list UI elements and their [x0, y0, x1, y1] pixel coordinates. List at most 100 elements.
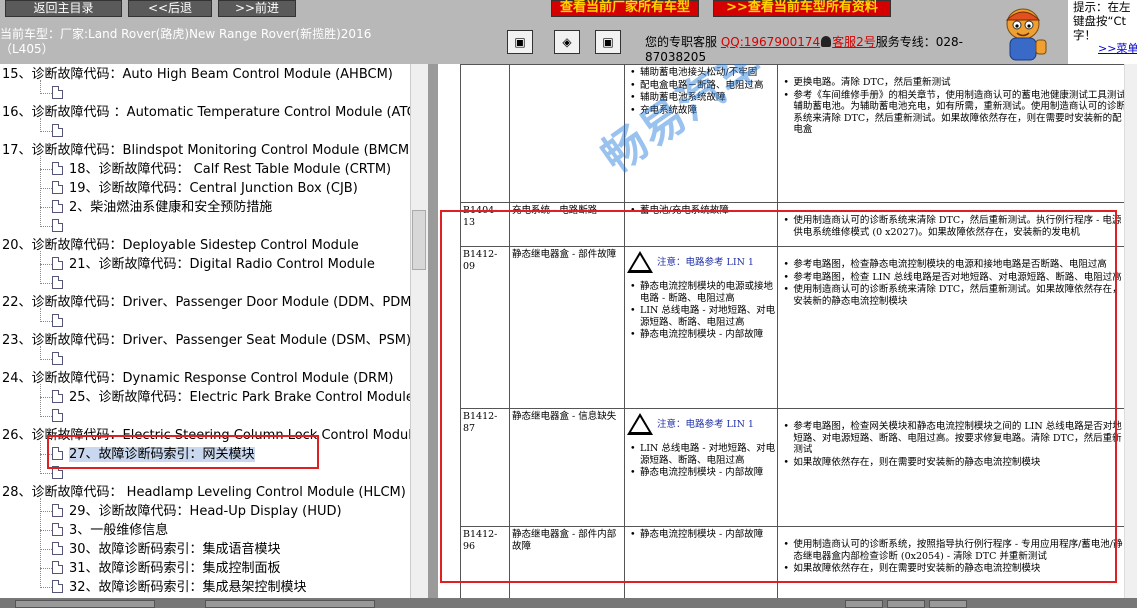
cause-item: 配电盒电路－断路、电阻过高 — [627, 80, 775, 92]
tree-connector — [40, 131, 52, 132]
tree-item-label: 19、诊断故障代码：Central Junction Box (CJB) — [69, 181, 358, 196]
tree-doc-item[interactable] — [52, 84, 69, 103]
tree-connector — [40, 511, 52, 512]
document-icon — [52, 86, 63, 99]
action-item: 更换电路。清除 DTC，然后重新测试 — [780, 77, 1130, 89]
tree-connector — [40, 321, 52, 322]
tree-item-label: 18、诊断故障代码： Calf Rest Table Module (CRTM) — [69, 162, 392, 177]
forward-button[interactable]: >>前进 — [218, 0, 296, 17]
tree-item-label: 21、诊断故障代码：Digital Radio Control Module — [69, 257, 375, 272]
action-item: 参考《车间维修手册》的相关章节，使用制造商认可的蓄电池健康测试工具测试辅助蓄电池… — [780, 90, 1130, 136]
tree-connector — [40, 207, 52, 208]
tree-doc-item[interactable]: 30、故障诊断码索引：集成语音模块 — [52, 540, 281, 559]
tree-item-label: 15、诊断故障代码：Auto High Beam Control Module … — [2, 67, 393, 82]
bottom-button-4[interactable] — [887, 600, 925, 608]
tip-box: 提示：在左键盘按“Ct字！ >>菜单 — [1068, 0, 1137, 64]
tree-connector — [40, 93, 52, 94]
view-brand-models-button[interactable]: 查看当前厂家所有车型 — [551, 0, 699, 17]
tree-item-label: 25、诊断故障代码：Electric Park Brake Control Mo… — [69, 390, 410, 405]
tree-doc-item[interactable] — [52, 217, 69, 236]
tree-doc-item[interactable] — [52, 122, 69, 141]
back-home-button[interactable]: 返回主目录 — [5, 0, 122, 17]
document-icon — [52, 352, 63, 365]
tree-connector — [40, 549, 52, 550]
tree-doc-item[interactable]: 21、诊断故障代码：Digital Radio Control Module — [52, 255, 375, 274]
nav-toggle-button[interactable]: ◈ — [554, 30, 580, 54]
tree-doc-item[interactable]: 18、诊断故障代码： Calf Rest Table Module (CRTM) — [52, 160, 391, 179]
bottom-button-1[interactable] — [15, 600, 155, 608]
qq-link[interactable]: QQ:1967900174 — [721, 35, 820, 49]
highlight-box-tree — [47, 435, 319, 469]
document-icon — [52, 219, 63, 232]
tree-folder-item[interactable]: 20、诊断故障代码：Deployable Sidestep Control Mo… — [2, 236, 359, 255]
back-button[interactable]: <<后退 — [128, 0, 212, 17]
cause-item: 充电系统故障 — [627, 105, 775, 117]
tree-connector — [40, 498, 41, 588]
qq-icon — [821, 36, 832, 47]
tree-folder-item[interactable]: 16、诊断故障代码 ：Automatic Temperature Control… — [2, 103, 410, 122]
tree-folder-item[interactable]: 28、诊断故障代码： Headlamp Leveling Control Mod… — [2, 483, 406, 502]
tree-doc-item[interactable] — [52, 407, 69, 426]
menu-link[interactable]: >>菜单 — [1098, 42, 1137, 56]
tree-doc-item[interactable]: 29、诊断故障代码：Head-Up Display (HUD) — [52, 502, 342, 521]
content-scrollbar[interactable] — [1124, 64, 1137, 598]
mascot-avatar — [990, 0, 1060, 64]
tree-connector — [40, 264, 52, 265]
dtc-description — [508, 64, 626, 203]
tree-item-label: 16、诊断故障代码 ：Automatic Temperature Control… — [2, 105, 410, 120]
nav-first-button[interactable]: ▣ — [507, 30, 533, 54]
tree-folder-item[interactable]: 24、诊断故障代码：Dynamic Response Control Modul… — [2, 369, 394, 388]
document-icon — [52, 162, 63, 175]
tree-doc-item[interactable]: 3、一般维修信息 — [52, 521, 168, 540]
view-model-docs-button[interactable]: >>查看当前车型所有资料 — [713, 0, 891, 17]
document-icon — [52, 276, 63, 289]
current-car-label: 当前车型：厂家:Land Rover(路虎)New Range Rover(新揽… — [0, 27, 372, 56]
tip-text: 提示：在左键盘按“Ct字！ — [1073, 0, 1131, 42]
tree-connector — [40, 283, 52, 284]
bottom-button-3[interactable] — [845, 600, 883, 608]
tree-connector — [40, 188, 52, 189]
tree-folder-item[interactable]: 23、诊断故障代码：Driver、Passenger Seat Module (… — [2, 331, 410, 350]
tree-item-label: 2、柴油燃油系健康和安全预防措施 — [69, 200, 273, 215]
tree-doc-item[interactable]: 32、故障诊断码索引：集成悬架控制模块 — [52, 578, 307, 597]
tree-item-label: 29、诊断故障代码：Head-Up Display (HUD) — [69, 504, 342, 519]
document-icon — [52, 124, 63, 137]
tree-folder-item[interactable]: 17、诊断故障代码：Blindspot Monitoring Control M… — [2, 141, 410, 160]
tree-scrollbar-thumb[interactable] — [412, 210, 426, 270]
tree-connector — [40, 397, 52, 398]
dtc-row: 辅助蓄电池接头松动/不牢固配电盒电路－断路、电阻过高辅助蓄电池系统故障充电系统故… — [460, 64, 1133, 203]
tree-connector — [40, 416, 52, 417]
agent-link[interactable]: 客服2号 — [832, 35, 876, 49]
document-icon — [52, 409, 63, 422]
tree-connector — [40, 226, 52, 227]
document-icon — [52, 580, 63, 593]
tree-doc-item[interactable]: 25、诊断故障代码：Electric Park Brake Control Mo… — [52, 388, 410, 407]
tree-folder-item[interactable]: 22、诊断故障代码：Driver、Passenger Door Module (… — [2, 293, 410, 312]
nav-last-icon: ▣ — [602, 35, 614, 49]
nav-last-button[interactable]: ▣ — [595, 30, 621, 54]
tree-item-label: 28、诊断故障代码： Headlamp Leveling Control Mod… — [2, 485, 406, 500]
bottom-button-2[interactable] — [205, 600, 375, 608]
bottom-button-5[interactable] — [929, 600, 967, 608]
tree-doc-item[interactable] — [52, 350, 69, 369]
pane-splitter[interactable] — [428, 64, 438, 598]
document-icon — [52, 200, 63, 213]
tree-folder-item[interactable]: 15、诊断故障代码：Auto High Beam Control Module … — [2, 65, 393, 84]
tree-doc-item[interactable] — [52, 274, 69, 293]
directory-tree: 15、诊断故障代码：Auto High Beam Control Module … — [0, 64, 410, 598]
document-icon — [52, 504, 63, 517]
tree-scrollbar[interactable] — [410, 64, 428, 598]
document-icon — [52, 314, 63, 327]
tree-connector — [40, 587, 52, 588]
tree-connector — [40, 251, 41, 284]
tree-doc-item[interactable] — [52, 312, 69, 331]
document-icon — [52, 523, 63, 536]
document-icon — [52, 561, 63, 574]
tree-doc-item[interactable]: 2、柴油燃油系健康和安全预防措施 — [52, 198, 272, 217]
tree-item-label: 20、诊断故障代码：Deployable Sidestep Control Mo… — [2, 238, 359, 253]
cause-item: 辅助蓄电池接头松动/不牢固 — [627, 67, 775, 79]
dtc-causes: 辅助蓄电池接头松动/不牢固配电盒电路－断路、电阻过高辅助蓄电池系统故障充电系统故… — [623, 64, 779, 203]
service-prefix: 您的专职客服 — [645, 35, 718, 49]
tree-doc-item[interactable]: 31、故障诊断码索引：集成控制面板 — [52, 559, 281, 578]
tree-doc-item[interactable]: 19、诊断故障代码：Central Junction Box (CJB) — [52, 179, 358, 198]
